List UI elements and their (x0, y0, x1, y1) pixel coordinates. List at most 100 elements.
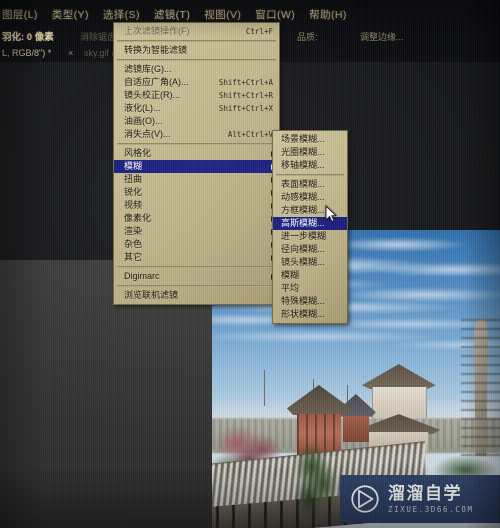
menu-item-label: 模糊 (281, 270, 300, 280)
menu-layer[interactable]: 图层(L) (0, 5, 45, 24)
feather-value[interactable]: 羽化: 0 像素 (2, 29, 54, 43)
menu-item-label: 杂色 (124, 239, 143, 249)
menu-item-label: 视频 (124, 200, 143, 210)
menu-item-label: 油画(O)... (124, 116, 163, 126)
menu-item-label: 径向模糊... (281, 244, 325, 254)
menu-item[interactable]: 表面模糊... (273, 178, 347, 191)
menu-item[interactable]: 场景模糊... (273, 133, 347, 146)
menu-item[interactable]: 自适应广角(A)... Shift+Ctrl+A (114, 76, 279, 89)
menu-separator (276, 174, 344, 176)
mouse-pointer-icon (325, 205, 337, 223)
menu-item[interactable]: 像素化 (114, 212, 279, 225)
menu-item-label: 滤镜库(G)... (124, 64, 172, 74)
menu-item[interactable]: 镜头校正(R)... Shift+Ctrl+R (114, 89, 279, 102)
menu-item-label: 场景模糊... (281, 134, 325, 144)
menu-separator (117, 285, 276, 287)
close-icon[interactable]: × (68, 48, 73, 58)
menu-item-label: 形状模糊... (281, 309, 325, 319)
menu-item[interactable]: 特殊模糊... (273, 295, 347, 308)
watermark-title: 溜溜自学 (388, 483, 462, 503)
menu-item-label: 渲染 (124, 226, 143, 236)
menu-item[interactable]: 上次滤镜操作(F) Ctrl+F (114, 25, 279, 38)
menu-item-label: 像素化 (124, 213, 152, 223)
menu-item-label: 上次滤镜操作(F) (124, 26, 190, 36)
menu-item[interactable]: 视频 (114, 199, 279, 212)
menu-item-label: 扭曲 (124, 174, 143, 184)
menu-item-label: 镜头校正(R)... (124, 90, 180, 100)
left-pavilion-roof (286, 384, 351, 415)
menu-item[interactable]: 风格化 (114, 147, 279, 160)
menu-item[interactable]: 扭曲 (114, 173, 279, 186)
photoshop-screen: 溜溜自学 ZIXUE.3D66.COM 图层(L) 类型(Y) 选择(S) 滤镜(T)… (0, 0, 500, 528)
quality-label: 品质: (297, 32, 318, 42)
watermark-text: 溜溜自学 ZIXUE.3D66.COM (388, 485, 474, 514)
menu-item-label: 镜头模糊... (281, 257, 325, 267)
menu-item-label: 特殊模糊... (281, 296, 325, 306)
menu-separator (117, 143, 276, 145)
menu-item[interactable]: 动感模糊... (273, 191, 347, 204)
blur-submenu[interactable]: 场景模糊... 光圈模糊... 移轴模糊... 表面模糊... 动感模糊... 方框模糊.… (272, 130, 348, 324)
pavilion-upper-body (372, 387, 428, 418)
antialias-checkbox-label[interactable]: 消除锯齿 (80, 30, 116, 43)
menu-item[interactable]: Digimarc (114, 270, 279, 283)
menu-item-label: 浏览联机滤镜 (124, 290, 179, 300)
menu-item-label: 锐化 (124, 187, 143, 197)
menu-item[interactable]: 锐化 (114, 186, 279, 199)
menu-item-label: 模糊 (124, 161, 143, 171)
menu-item[interactable]: 光圈模糊... (273, 146, 347, 159)
menu-help[interactable]: 帮助(H) (302, 5, 354, 24)
watermark-badge: 溜溜自学 ZIXUE.3D66.COM (340, 475, 500, 523)
play-circle-icon (351, 485, 379, 513)
menu-item[interactable]: 转换为智能滤镜 (114, 44, 279, 57)
menu-item[interactable]: 形状模糊... (273, 308, 347, 321)
menu-item-label: 转换为智能滤镜 (124, 45, 188, 55)
menu-item-label: 动感模糊... (281, 192, 325, 202)
refine-edge-button[interactable]: 调整边缘... (360, 30, 404, 43)
menu-item-label: 表面模糊... (281, 179, 325, 189)
menu-item-shortcut: Shift+Ctrl+R (218, 91, 273, 100)
menu-item[interactable]: 模糊 (273, 269, 347, 282)
menu-item[interactable]: 径向模糊... (273, 243, 347, 256)
pavilion-upper-roof (361, 364, 436, 390)
menu-item[interactable]: 滤镜库(G)... (114, 63, 279, 76)
menu-item[interactable]: 移轴模糊... (273, 159, 347, 172)
menu-item[interactable]: 液化(L)... Shift+Ctrl+X (114, 102, 279, 115)
menu-item[interactable]: 其它 (114, 251, 279, 264)
menu-item-shortcut: Shift+Ctrl+A (218, 78, 273, 87)
antenna-left (263, 370, 265, 406)
document-tab[interactable]: L, RGB/8") * (2, 48, 51, 58)
pagoda-eaves (461, 319, 500, 457)
menu-separator (117, 59, 276, 61)
menu-view[interactable]: 视图(V) (197, 5, 248, 24)
menu-item-label: Digimarc (124, 271, 160, 281)
menu-type[interactable]: 类型(Y) (45, 5, 96, 24)
menu-item-label: 移轴模糊... (281, 160, 325, 170)
menu-item[interactable]: 杂色 (114, 238, 279, 251)
menu-separator (117, 266, 276, 268)
menu-window[interactable]: 窗口(W) (248, 5, 302, 24)
menu-item-label: 风格化 (124, 148, 152, 158)
menu-item-shortcut: Shift+Ctrl+X (218, 104, 273, 113)
menu-item-label: 其它 (124, 252, 143, 262)
menu-item[interactable]: 渲染 (114, 225, 279, 238)
menu-item[interactable]: 进一步模糊 (273, 230, 347, 243)
menu-separator (117, 40, 276, 42)
menu-item-label: 光圈模糊... (281, 147, 325, 157)
filter-dropdown-menu[interactable]: 上次滤镜操作(F) Ctrl+F 转换为智能滤镜 滤镜库(G)... 自适应广角(A).… (113, 22, 280, 305)
menu-item-label: 自适应广角(A)... (124, 77, 189, 87)
menu-item-shortcut: Ctrl+F (245, 27, 273, 36)
menu-item-label: 进一步模糊 (281, 231, 327, 241)
menu-item[interactable]: 模糊 (114, 160, 279, 173)
menu-filter[interactable]: 滤镜(T) (147, 5, 197, 24)
menu-item[interactable]: 消失点(V)... Alt+Ctrl+V (114, 128, 279, 141)
foreground-tree (289, 441, 345, 520)
menu-item-shortcut: Alt+Ctrl+V (227, 130, 273, 139)
menu-bar: 图层(L) 类型(Y) 选择(S) 滤镜(T) 视图(V) 窗口(W) 帮助(H) (0, 4, 500, 24)
menu-select[interactable]: 选择(S) (96, 5, 147, 24)
menu-item[interactable]: 浏览联机滤镜 (114, 289, 279, 302)
menu-item[interactable]: 镜头模糊... (273, 256, 347, 269)
menu-item-label: 平均 (281, 283, 300, 293)
menu-item[interactable]: 平均 (273, 282, 347, 295)
menu-item-label: 消失点(V)... (124, 129, 171, 139)
menu-item[interactable]: 油画(O)... (114, 115, 279, 128)
